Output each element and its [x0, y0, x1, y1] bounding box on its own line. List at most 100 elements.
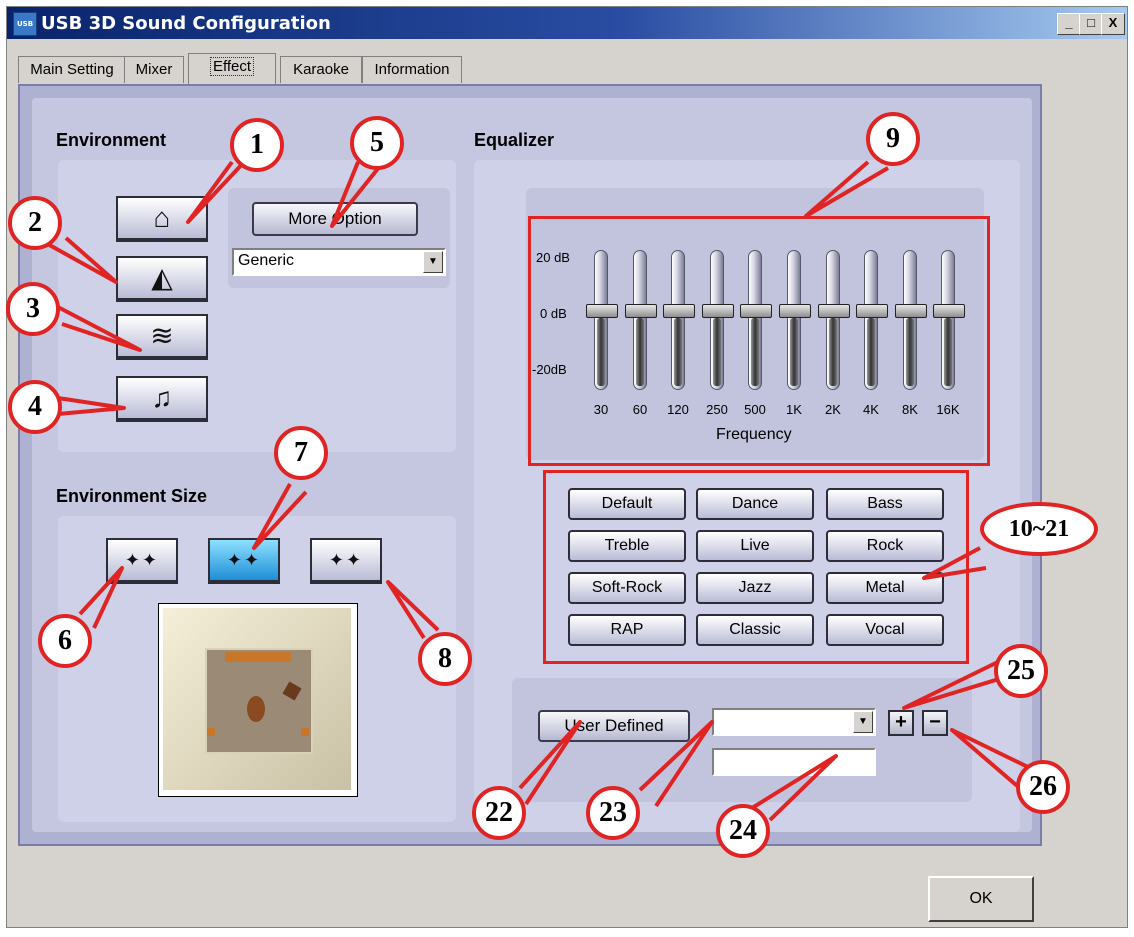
room-preview: [158, 603, 358, 797]
underwater-icon: ≋: [150, 320, 174, 351]
chevron-down-icon[interactable]: ▼: [853, 711, 873, 733]
tab-label: Karaoke: [293, 61, 349, 78]
listener-icon: [247, 696, 265, 722]
eq-slider-fill: [597, 318, 605, 386]
frequency-tick-label: 16K: [936, 402, 960, 417]
eq-slider-thumb[interactable]: [663, 304, 695, 318]
callout-24: 24: [716, 804, 770, 858]
eq-slider-fill: [829, 318, 837, 386]
eq-slider[interactable]: [779, 250, 811, 390]
user-preset-select[interactable]: ▼: [712, 708, 876, 736]
frequency-tick-label: 8K: [902, 402, 918, 417]
eq-slider[interactable]: [625, 250, 657, 390]
eq-slider-thumb[interactable]: [856, 304, 888, 318]
preset-bass-button[interactable]: Bass: [826, 488, 944, 520]
eq-slider[interactable]: [740, 250, 772, 390]
eq-slider-thumb[interactable]: [895, 304, 927, 318]
maximize-button[interactable]: □: [1079, 13, 1103, 35]
callout-25: 25: [994, 644, 1048, 698]
size-large-button[interactable]: ✦✦: [310, 538, 382, 584]
preset-rock-button[interactable]: Rock: [826, 530, 944, 562]
rear-right-speaker: [301, 728, 309, 736]
preset-live-button[interactable]: Live: [696, 530, 814, 562]
preset-soft-rock-button[interactable]: Soft-Rock: [568, 572, 686, 604]
size-medium-button[interactable]: ✦✦: [208, 538, 280, 584]
eq-slider-thumb[interactable]: [586, 304, 618, 318]
environment-size-title: Environment Size: [56, 486, 208, 506]
eq-slider-fill: [713, 318, 721, 386]
center-speaker: [282, 681, 302, 701]
preset-treble-button[interactable]: Treble: [568, 530, 686, 562]
eq-slider-thumb[interactable]: [702, 304, 734, 318]
preset-dance-button[interactable]: Dance: [696, 488, 814, 520]
eq-slider-thumb[interactable]: [933, 304, 965, 318]
eq-slider[interactable]: [663, 250, 695, 390]
ok-button[interactable]: OK: [928, 876, 1034, 922]
callout-10-21: 10~21: [980, 502, 1098, 556]
frequency-tick-label: 1K: [786, 402, 802, 417]
callout-2: 2: [8, 196, 62, 250]
add-preset-button[interactable]: +: [888, 710, 914, 736]
preset-metal-button[interactable]: Metal: [826, 572, 944, 604]
eq-slider[interactable]: [586, 250, 618, 390]
eq-slider[interactable]: [933, 250, 965, 390]
eq-slider[interactable]: [856, 250, 888, 390]
chevron-down-icon[interactable]: ▼: [423, 251, 443, 273]
callout-6: 6: [38, 614, 92, 668]
callout-3: 3: [6, 282, 60, 336]
callout-4: 4: [8, 380, 62, 434]
frequency-tick-label: 60: [632, 402, 648, 417]
db-label-max: 20 dB: [536, 250, 570, 265]
callout-9: 9: [866, 112, 920, 166]
frequency-tick-label: 4K: [863, 402, 879, 417]
tab-effect[interactable]: Effect: [188, 53, 276, 84]
callout-26: 26: [1016, 760, 1070, 814]
close-button[interactable]: X: [1101, 13, 1125, 35]
db-label-zero: 0 dB: [540, 306, 567, 321]
environment-preset-select[interactable]: Generic ▼: [232, 248, 446, 276]
title-bar[interactable]: USB USB 3D Sound Configuration _ □ X: [7, 7, 1127, 39]
env-opera-house-button[interactable]: ◭: [116, 256, 208, 302]
eq-slider-thumb[interactable]: [779, 304, 811, 318]
db-label-min: -20dB: [532, 362, 567, 377]
remove-preset-button[interactable]: −: [922, 710, 948, 736]
more-option-button[interactable]: More Option: [252, 202, 418, 236]
equalizer-title: Equalizer: [474, 130, 555, 150]
eq-slider-fill: [906, 318, 914, 386]
preset-classic-button[interactable]: Classic: [696, 614, 814, 646]
tab-main-setting[interactable]: Main Setting: [18, 56, 126, 83]
env-concert-button[interactable]: ♫: [116, 376, 208, 422]
frequency-tick-label: 30: [593, 402, 609, 417]
minimize-button[interactable]: _: [1057, 13, 1081, 35]
tab-mixer[interactable]: Mixer: [124, 56, 184, 83]
eq-slider[interactable]: [895, 250, 927, 390]
preset-default-button[interactable]: Default: [568, 488, 686, 520]
preset-jazz-button[interactable]: Jazz: [696, 572, 814, 604]
preset-vocal-button[interactable]: Vocal: [826, 614, 944, 646]
room-floor: [205, 648, 313, 754]
eq-slider[interactable]: [702, 250, 734, 390]
env-house-button[interactable]: ⌂: [116, 196, 208, 242]
user-defined-button[interactable]: User Defined: [538, 710, 690, 742]
eq-slider-thumb[interactable]: [625, 304, 657, 318]
eq-slider-thumb[interactable]: [740, 304, 772, 318]
tab-label: Information: [374, 61, 450, 78]
eq-slider[interactable]: [818, 250, 850, 390]
front-speakers: [225, 652, 291, 662]
frequency-tick-label: 250: [706, 402, 728, 417]
eq-slider-fill: [674, 318, 682, 386]
preset-rap-button[interactable]: RAP: [568, 614, 686, 646]
tab-karaoke[interactable]: Karaoke: [280, 56, 362, 83]
eq-slider-fill: [944, 318, 952, 386]
callout-5: 5: [350, 116, 404, 170]
env-underwater-button[interactable]: ≋: [116, 314, 208, 360]
user-preset-name-field[interactable]: [712, 748, 876, 776]
frequency-tick-label: 120: [667, 402, 689, 417]
tab-information[interactable]: Information: [362, 56, 462, 83]
eq-slider-thumb[interactable]: [818, 304, 850, 318]
environment-title: Environment: [56, 130, 167, 150]
tab-label: Main Setting: [30, 61, 114, 78]
opera-house-icon: ◭: [151, 262, 173, 293]
size-small-button[interactable]: ✦✦: [106, 538, 178, 584]
callout-1: 1: [230, 118, 284, 172]
